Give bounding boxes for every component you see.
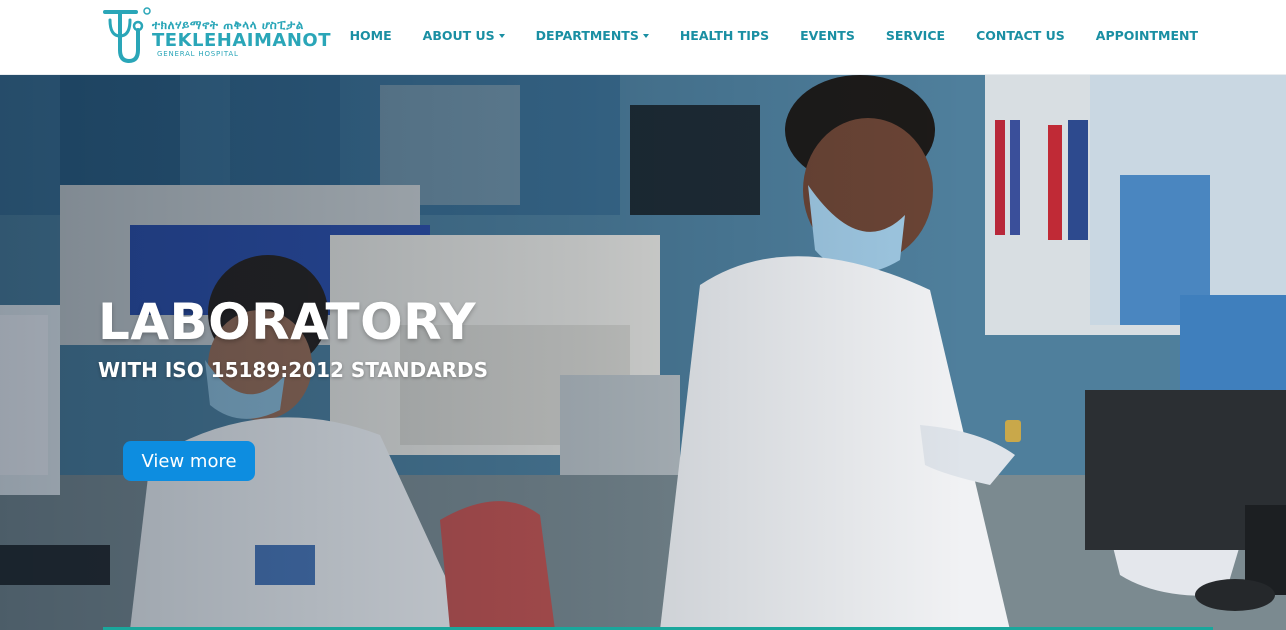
nav-about-us-label: ABOUT US (422, 27, 495, 43)
stethoscope-t-icon (103, 7, 151, 64)
caret-down-icon (642, 33, 649, 38)
nav-events-label: EVENTS (800, 27, 855, 43)
nav-departments[interactable]: DEPARTMENTS (536, 28, 649, 43)
hero-subtitle: WITH ISO 15189:2012 STANDARDS (98, 358, 489, 382)
view-more-button[interactable]: View more (123, 441, 255, 481)
nav-appointment[interactable]: APPOINTMENT (1096, 28, 1198, 43)
nav-contact-us[interactable]: CONTACT US (976, 28, 1065, 43)
logo-name-text: TEKLEHAIMANOT (152, 30, 331, 51)
nav-service-label: SERVICE (885, 27, 946, 43)
nav-appointment-label: APPOINTMENT (1095, 27, 1198, 43)
main-nav: HOME ABOUT US DEPARTMENTS HEALTH TIPS EV… (350, 0, 1198, 70)
nav-events[interactable]: EVENTS (800, 28, 855, 43)
hospital-logo[interactable]: ተክለሃይማኖት ጠቅላላ ሆስፒታል TEKLEHAIMANOT GENERA… (102, 6, 330, 64)
site-header: ተክለሃይማኖት ጠቅላላ ሆስፒታል TEKLEHAIMANOT GENERA… (0, 0, 1286, 75)
nav-service[interactable]: SERVICE (886, 28, 945, 43)
hero-slider: LABORATORY WITH ISO 15189:2012 STANDARDS… (0, 75, 1286, 630)
hero-title: LABORATORY (98, 293, 477, 351)
nav-health-tips-label: HEALTH TIPS (679, 27, 770, 43)
logo-subtitle-text: GENERAL HOSPITAL (157, 50, 239, 58)
nav-contact-us-label: CONTACT US (976, 27, 1065, 43)
caret-down-icon (498, 33, 505, 38)
nav-health-tips[interactable]: HEALTH TIPS (680, 28, 769, 43)
nav-about-us[interactable]: ABOUT US (423, 28, 505, 43)
nav-home-label: HOME (349, 27, 392, 43)
nav-departments-label: DEPARTMENTS (535, 27, 639, 43)
hero-overlay (0, 75, 1286, 630)
nav-home[interactable]: HOME (350, 28, 392, 43)
